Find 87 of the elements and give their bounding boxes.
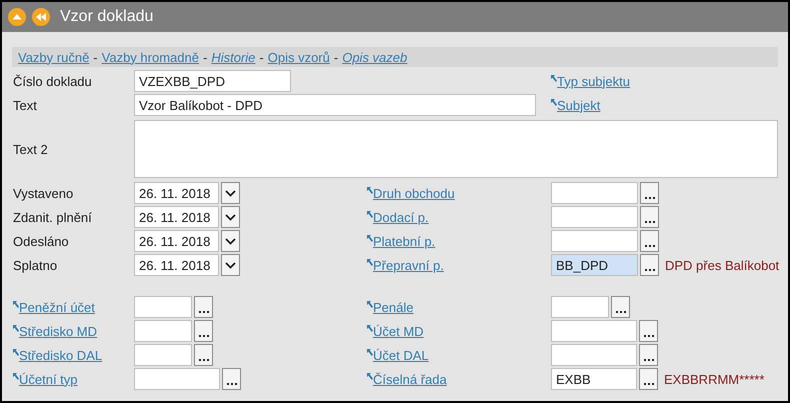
- date-field[interactable]: 26. 11. 2018: [134, 254, 219, 276]
- field-link[interactable]: Peněžní účet: [19, 300, 95, 314]
- dropdown-button[interactable]: [221, 182, 240, 204]
- field-link[interactable]: Dodací p.: [373, 210, 429, 224]
- description-text: DPD přes Balíkobot: [665, 258, 780, 272]
- arrow-icon: [551, 74, 557, 82]
- lookup-button[interactable]: [194, 320, 213, 342]
- description-text: EXBBRRMM*****: [664, 372, 764, 386]
- lookup-field[interactable]: [134, 344, 192, 366]
- field-link[interactable]: Typ subjektu: [557, 74, 630, 88]
- lookup-button[interactable]: [222, 368, 241, 390]
- text-field[interactable]: VZEXBB_DPD: [134, 70, 291, 92]
- field-link[interactable]: Platební p.: [373, 234, 436, 248]
- arrow-icon: [551, 98, 557, 106]
- arrow-icon: [367, 300, 373, 308]
- field-link[interactable]: Číselná řada: [373, 372, 447, 386]
- lookup-button[interactable]: [639, 320, 658, 342]
- field-link[interactable]: Penále: [373, 300, 414, 314]
- back-icon[interactable]: [32, 8, 50, 26]
- lookup-field[interactable]: [551, 230, 638, 252]
- separator-text: -: [93, 50, 98, 64]
- lookup-button[interactable]: [640, 206, 659, 228]
- arrow-icon: [367, 258, 373, 266]
- date-field[interactable]: 26. 11. 2018: [134, 230, 219, 252]
- lookup-field[interactable]: [134, 368, 220, 390]
- arrow-icon: [13, 300, 19, 308]
- arrow-icon: [13, 348, 19, 356]
- nav-link[interactable]: Historie: [211, 50, 256, 64]
- dropdown-button[interactable]: [221, 230, 240, 252]
- lookup-button[interactable]: [640, 254, 659, 276]
- date-field[interactable]: 26. 11. 2018: [134, 206, 219, 228]
- nav-link[interactable]: Vazby hromadně: [102, 50, 199, 64]
- separator-text: -: [334, 50, 338, 64]
- lookup-button[interactable]: [639, 344, 658, 366]
- field-label: Odesláno: [13, 234, 70, 248]
- separator-text: -: [202, 50, 208, 64]
- lookup-field[interactable]: [134, 320, 192, 342]
- field-link[interactable]: Účetní typ: [19, 372, 78, 386]
- lookup-button[interactable]: [640, 182, 659, 204]
- window-title: Vzor dokladu: [60, 8, 154, 26]
- date-field[interactable]: 26. 11. 2018: [134, 182, 219, 204]
- chevron-down-icon: [225, 214, 236, 220]
- separator-text: -: [259, 50, 264, 64]
- field-label: Splatno: [13, 258, 58, 272]
- field-label: Text: [13, 98, 38, 112]
- arrow-icon: [367, 186, 373, 194]
- arrow-icon: [367, 234, 373, 242]
- lookup-button[interactable]: [640, 230, 659, 252]
- field-label: Text 2: [13, 142, 49, 156]
- field-label: Vystaveno: [13, 186, 74, 200]
- arrow-icon: [367, 324, 373, 332]
- lookup-button[interactable]: [611, 296, 630, 318]
- arrow-icon: [367, 348, 373, 356]
- field-link[interactable]: Subjekt: [557, 98, 600, 112]
- lookup-field[interactable]: [551, 344, 637, 366]
- lookup-button[interactable]: [194, 296, 213, 318]
- field-link[interactable]: Účet DAL: [373, 348, 429, 362]
- lookup-button[interactable]: [639, 368, 658, 390]
- collapse-icon[interactable]: [8, 8, 26, 26]
- lookup-field[interactable]: [551, 320, 637, 342]
- lookup-field[interactable]: BB_DPD: [551, 254, 638, 276]
- field-link[interactable]: Středisko MD: [19, 324, 98, 338]
- dropdown-button[interactable]: [221, 254, 240, 276]
- field-label: Číslo dokladu: [13, 74, 93, 88]
- chevron-down-icon: [225, 190, 236, 196]
- lookup-field[interactable]: [551, 296, 609, 318]
- lookup-field[interactable]: [551, 182, 638, 204]
- text-field[interactable]: Vzor Balíkobot - DPD: [134, 94, 536, 116]
- lookup-field[interactable]: [551, 206, 638, 228]
- nav-link[interactable]: Vazby ručně: [18, 50, 90, 64]
- chevron-down-icon: [225, 238, 236, 244]
- arrow-icon: [367, 372, 373, 380]
- nav-link[interactable]: Opis vzorů: [268, 50, 330, 64]
- arrow-icon: [13, 324, 19, 332]
- dropdown-button[interactable]: [221, 206, 240, 228]
- field-link[interactable]: Středisko DAL: [19, 348, 102, 362]
- lookup-button[interactable]: [194, 344, 213, 366]
- nav-link[interactable]: Opis vazeb: [342, 50, 408, 64]
- field-link[interactable]: Druh obchodu: [373, 186, 455, 200]
- chevron-down-icon: [225, 262, 236, 268]
- arrow-icon: [13, 372, 19, 380]
- lookup-field[interactable]: EXBB: [551, 368, 637, 390]
- lookup-field[interactable]: [134, 296, 192, 318]
- field-label: Zdanit. plnění: [13, 210, 93, 224]
- field-link[interactable]: Účet MD: [373, 324, 424, 338]
- arrow-icon: [367, 210, 373, 218]
- field-link[interactable]: Přepravní p.: [373, 258, 444, 272]
